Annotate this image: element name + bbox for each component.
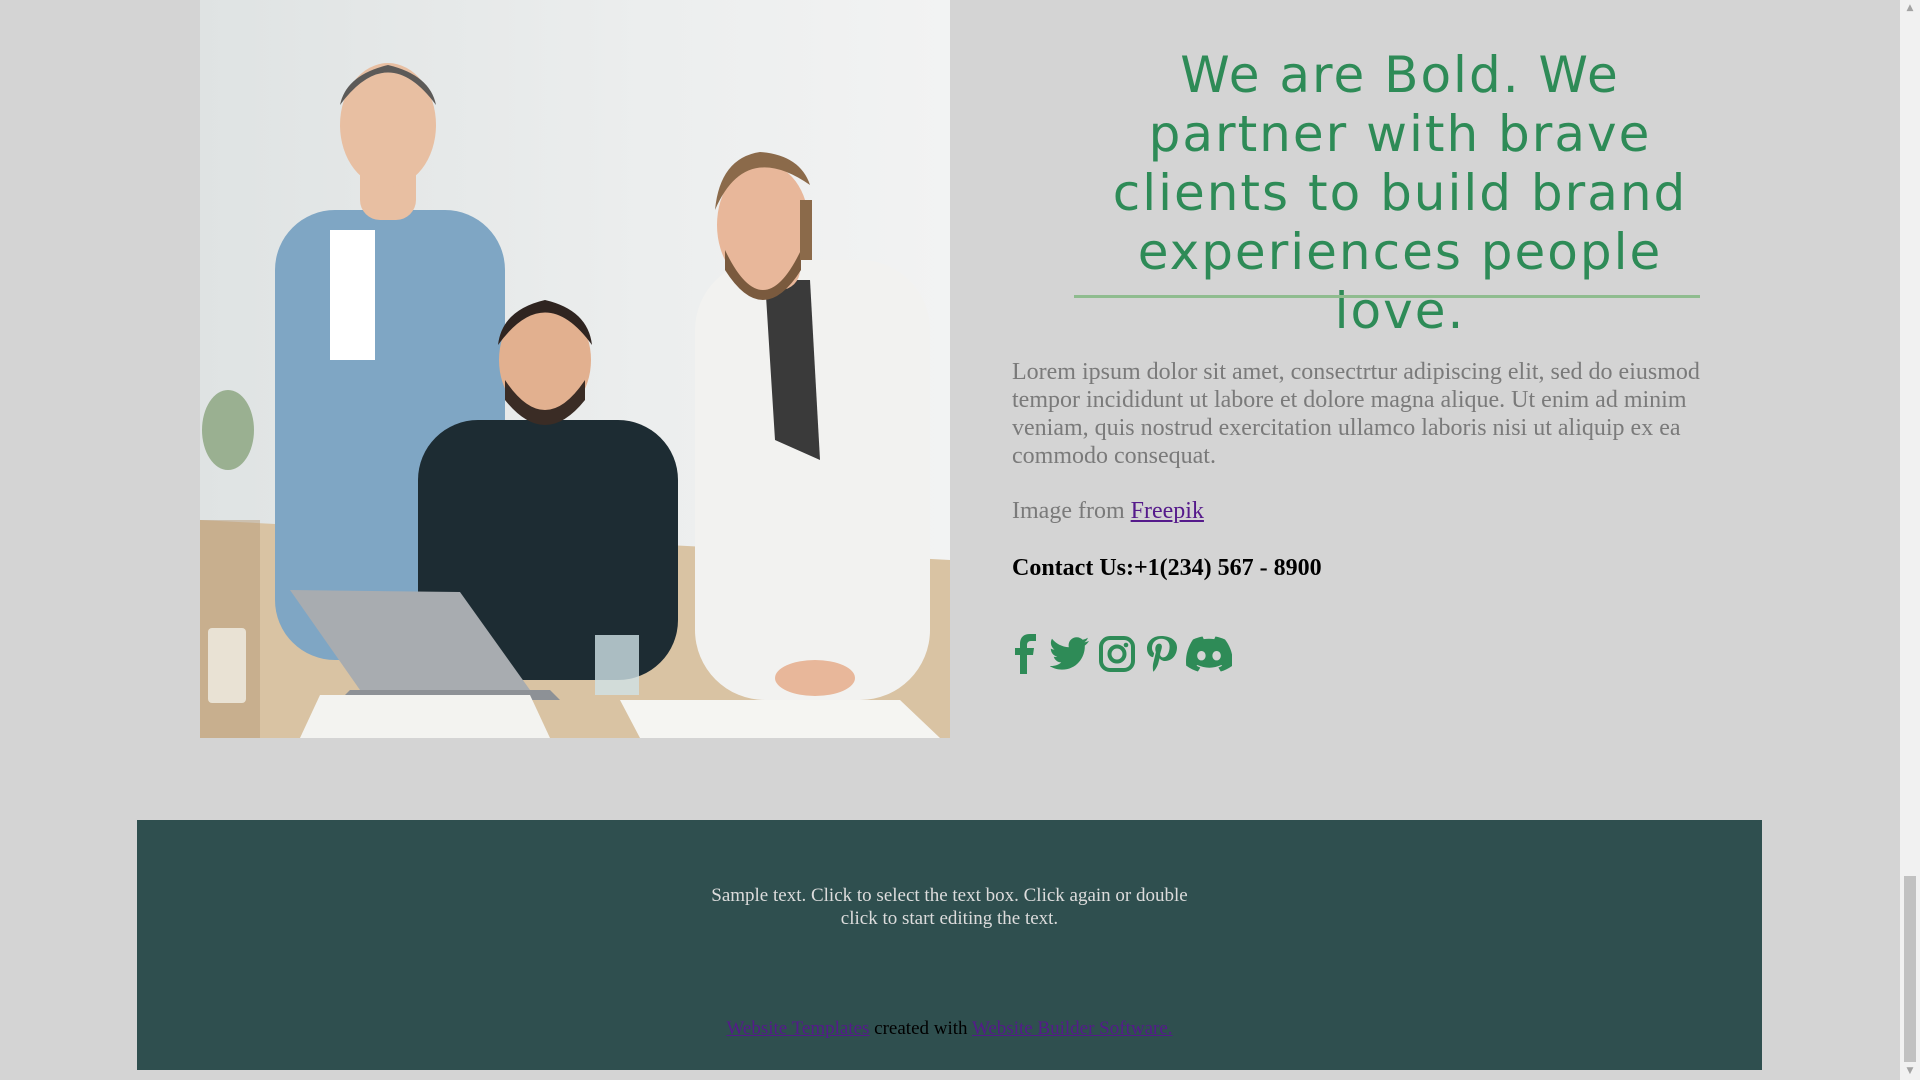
body-paragraph: Lorem ipsum dolor sit amet, consectrtur …	[1012, 359, 1700, 469]
footer-text-line-1: Sample text. Click to select the text bo…	[711, 885, 1188, 906]
scroll-down-arrow-icon[interactable]: ▼	[1900, 1063, 1920, 1080]
contact-line: Contact Us:+1(234) 567 - 8900	[1012, 555, 1322, 581]
footer: Sample text. Click to select the text bo…	[137, 820, 1762, 1070]
discord-icon[interactable]	[1186, 636, 1232, 672]
social-links	[1012, 632, 1232, 676]
website-builder-link[interactable]: Website Builder Software.	[972, 1018, 1173, 1039]
hero-image	[200, 0, 950, 738]
instagram-icon[interactable]	[1098, 635, 1136, 673]
pinterest-icon[interactable]	[1144, 634, 1178, 674]
footer-credit: Website Templates created with Website B…	[137, 1017, 1762, 1040]
footer-sample-text[interactable]: Sample text. Click to select the text bo…	[137, 884, 1762, 930]
website-templates-link[interactable]: Website Templates	[726, 1018, 869, 1039]
headline-divider	[1074, 295, 1700, 298]
facebook-icon[interactable]	[1012, 634, 1042, 674]
scroll-up-arrow-icon[interactable]: ▲	[1900, 0, 1920, 17]
image-credit: Image from Freepik	[1012, 497, 1204, 525]
page: We are Bold. We partner with brave clien…	[0, 0, 1900, 1080]
scroll-thumb[interactable]	[1904, 876, 1916, 1062]
footer-text-line-2: click to start editing the text.	[840, 908, 1059, 929]
freepik-link[interactable]: Freepik	[1131, 498, 1204, 524]
footer-credit-middle: created with	[869, 1018, 972, 1039]
twitter-icon[interactable]	[1050, 636, 1090, 672]
image-credit-prefix: Image from	[1012, 498, 1131, 524]
vertical-scrollbar[interactable]: ▲ ▼	[1900, 0, 1920, 1080]
